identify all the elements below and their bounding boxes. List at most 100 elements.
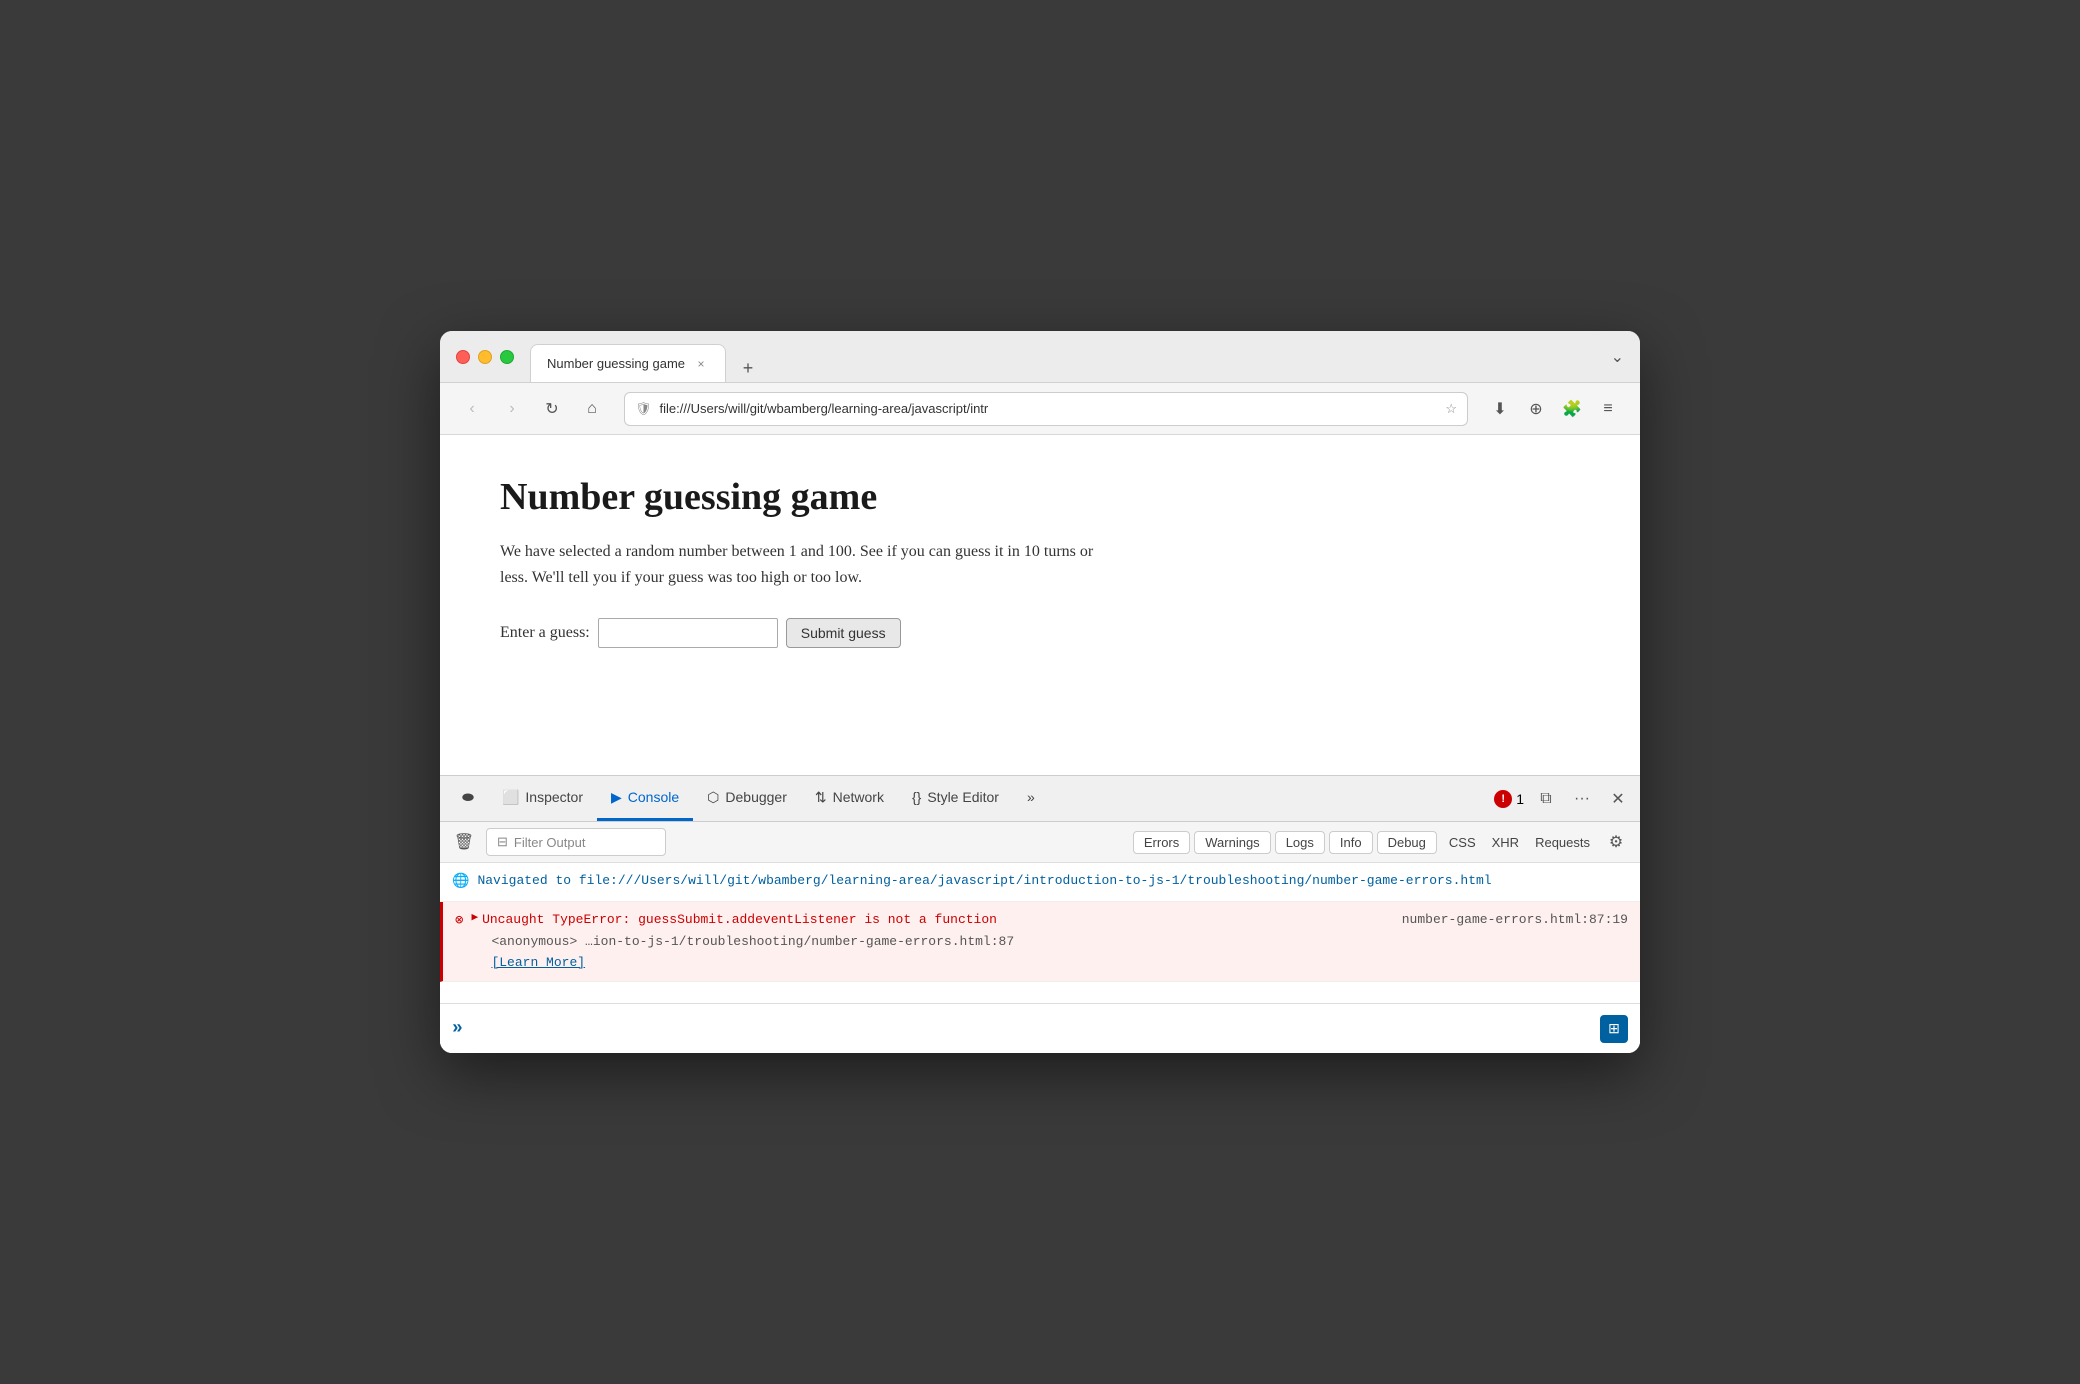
error-main-text: Uncaught TypeError: guessSubmit.addevent… [482, 910, 997, 930]
browser-tab[interactable]: Number guessing game × [530, 344, 726, 382]
inspector-icon: ⬜ [502, 789, 519, 806]
console-input[interactable] [471, 1021, 1600, 1036]
info-filter-button[interactable]: Info [1329, 831, 1373, 854]
debugger-icon: ⬡ [707, 789, 719, 806]
back-button[interactable]: ‹ [456, 393, 488, 425]
console-settings-button[interactable]: ⚙ [1602, 828, 1630, 856]
console-error-message: ⊗ ▶ Uncaught TypeError: guessSubmit.adde… [440, 902, 1640, 982]
console-toolbar: 🗑 ⊟ Filter Output Errors Warnings Logs I… [440, 822, 1640, 863]
filter-output-input[interactable]: ⊟ Filter Output [486, 828, 666, 856]
traffic-lights [456, 350, 514, 364]
download-icon: ⬇ [1493, 399, 1506, 419]
console-input-area: » ⊞ [440, 1003, 1640, 1053]
error-dot: ! [1494, 790, 1512, 808]
minimize-button[interactable] [478, 350, 492, 364]
debug-filter-button[interactable]: Debug [1377, 831, 1437, 854]
devtools-tabs: ⬬ ⬜ Inspector ▶ Console ⬡ Debugger ⇅ Net… [440, 776, 1640, 822]
forward-icon: › [509, 400, 514, 418]
maximize-button[interactable] [500, 350, 514, 364]
devtools-more-button[interactable]: ··· [1568, 785, 1596, 813]
error-message-content: ▶ Uncaught TypeError: guessSubmit.addeve… [471, 910, 1628, 973]
guess-form: Enter a guess: Submit guess [500, 618, 1580, 648]
devtools-right-controls: ! 1 ⧉ ··· ✕ [1494, 785, 1632, 813]
debugger-label: Debugger [725, 789, 787, 805]
rss-icon: ⊕ [1529, 399, 1542, 419]
xhr-filter-button[interactable]: XHR [1488, 833, 1523, 852]
browser-window: Number guessing game × + ⌄ ‹ › ↻ ⌂ 🛡 fil… [440, 331, 1640, 1053]
error-circle-icon: ⊗ [455, 911, 463, 932]
navigation-toolbar: ‹ › ↻ ⌂ 🛡 file:///Users/will/git/wbamber… [440, 383, 1640, 435]
split-view-button[interactable]: ⧉ [1532, 785, 1560, 813]
nav-message-text: Navigated to file:///Users/will/git/wbam… [477, 871, 1628, 891]
window-dropdown[interactable]: ⌄ [1611, 347, 1624, 367]
home-button[interactable]: ⌂ [576, 393, 608, 425]
warnings-filter-button[interactable]: Warnings [1194, 831, 1270, 854]
clear-console-button[interactable]: 🗑 [450, 828, 478, 856]
console-sidebar-toggle[interactable]: ⊞ [1600, 1015, 1628, 1043]
tab-close-button[interactable]: × [693, 356, 709, 372]
filter-placeholder: Filter Output [514, 835, 586, 850]
guess-input[interactable] [598, 618, 778, 648]
log-level-filters: Errors Warnings Logs Info Debug [1133, 831, 1437, 854]
back-icon: ‹ [469, 400, 474, 418]
tab-debugger[interactable]: ⬡ Debugger [693, 776, 801, 821]
home-icon: ⌂ [587, 400, 597, 418]
tab-network[interactable]: ⇅ Network [801, 776, 898, 821]
page-content: Number guessing game We have selected a … [440, 435, 1640, 775]
bookmark-icon[interactable]: ☆ [1445, 401, 1457, 417]
error-anon-line: <anonymous> …ion-to-js-1/troubleshooting… [471, 932, 1628, 952]
error-expand-icon[interactable]: ▶ [471, 910, 478, 927]
console-label: Console [628, 789, 679, 805]
title-bar: Number guessing game × + ⌄ [440, 331, 1640, 383]
error-count: 1 [1516, 791, 1524, 807]
error-header-row: ▶ Uncaught TypeError: guessSubmit.addeve… [471, 910, 1628, 930]
logs-filter-button[interactable]: Logs [1275, 831, 1325, 854]
submit-guess-button[interactable]: Submit guess [786, 618, 901, 648]
split-view-icon: ⧉ [1540, 790, 1551, 808]
style-editor-icon: {} [912, 789, 921, 805]
close-button[interactable] [456, 350, 470, 364]
sidebar-icon: ⊞ [1608, 1020, 1620, 1037]
tab-inspector[interactable]: ⬜ Inspector [488, 776, 597, 821]
tab-style-editor[interactable]: {} Style Editor [898, 776, 1013, 821]
tab-more[interactable]: » [1013, 776, 1049, 821]
devtools-close-button[interactable]: ✕ [1604, 785, 1632, 813]
picker-icon: ⬬ [462, 789, 474, 806]
address-bar[interactable]: 🛡 file:///Users/will/git/wbamberg/learni… [624, 392, 1468, 426]
requests-filter-button[interactable]: Requests [1531, 833, 1594, 852]
network-icon: ⇅ [815, 789, 827, 806]
menu-icon: ≡ [1603, 400, 1612, 418]
console-prompt: » [452, 1019, 463, 1039]
toolbar-right: ⬇ ⊕ 🧩 ≡ [1484, 393, 1624, 425]
new-tab-button[interactable]: + [734, 354, 762, 382]
extensions-button[interactable]: 🧩 [1556, 393, 1588, 425]
error-badge: ! 1 [1494, 790, 1524, 808]
errors-filter-button[interactable]: Errors [1133, 831, 1190, 854]
error-file-ref[interactable]: number-game-errors.html:87:19 [1402, 910, 1628, 930]
globe-icon: 🌐 [452, 872, 469, 893]
css-filter-button[interactable]: CSS [1445, 833, 1480, 852]
download-button[interactable]: ⬇ [1484, 393, 1516, 425]
style-editor-label: Style Editor [927, 789, 999, 805]
tab-console[interactable]: ▶ Console [597, 776, 693, 821]
page-description: We have selected a random number between… [500, 539, 1100, 590]
close-devtools-icon: ✕ [1611, 789, 1624, 809]
console-messages: 🌐 Navigated to file:///Users/will/git/wb… [440, 863, 1640, 1003]
tabs-area: Number guessing game × + [530, 331, 762, 382]
learn-more-link[interactable]: [Learn More] [471, 953, 1628, 973]
inspector-label: Inspector [525, 789, 583, 805]
rss-button[interactable]: ⊕ [1520, 393, 1552, 425]
tab-picker[interactable]: ⬬ [448, 776, 488, 821]
address-text: file:///Users/will/git/wbamberg/learning… [660, 401, 1438, 416]
trash-icon: 🗑 [454, 832, 474, 852]
guess-label: Enter a guess: [500, 624, 590, 642]
page-title: Number guessing game [500, 475, 1580, 519]
reload-button[interactable]: ↻ [536, 393, 568, 425]
forward-button[interactable]: › [496, 393, 528, 425]
ellipsis-icon: ··· [1574, 790, 1590, 808]
tab-label: Number guessing game [547, 356, 685, 371]
devtools-panel: ⬬ ⬜ Inspector ▶ Console ⬡ Debugger ⇅ Net… [440, 775, 1640, 1053]
error-main-line: ▶ Uncaught TypeError: guessSubmit.addeve… [471, 910, 997, 930]
menu-button[interactable]: ≡ [1592, 393, 1624, 425]
page-shield-icon: 🛡 [635, 401, 652, 417]
